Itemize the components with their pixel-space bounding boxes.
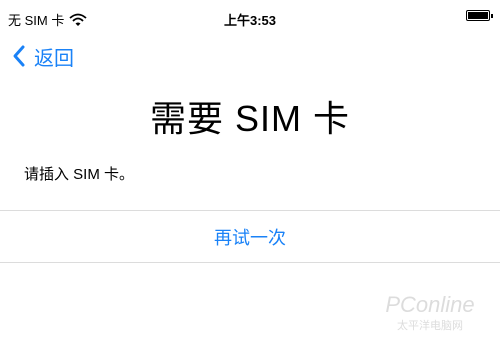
back-label: 返回	[34, 47, 74, 70]
watermark-tagline: 太平洋电脑网	[397, 318, 463, 332]
retry-button[interactable]: 再试一次	[0, 211, 500, 262]
page-title: 需要 SIM 卡	[149, 98, 350, 139]
instruction-message: 请插入 SIM 卡。	[24, 166, 135, 183]
pconline-watermark: PConline 太平洋电脑网	[385, 292, 474, 332]
watermark-brand: PConline	[385, 292, 474, 317]
status-time: 上午3:53	[223, 13, 277, 28]
status-bar: 无 SIM 卡 上午3:53	[0, 0, 500, 36]
divider-bottom	[0, 262, 500, 263]
chevron-left-icon	[13, 45, 25, 67]
battery-icon	[466, 10, 493, 21]
back-button[interactable]: 返回	[12, 42, 74, 70]
